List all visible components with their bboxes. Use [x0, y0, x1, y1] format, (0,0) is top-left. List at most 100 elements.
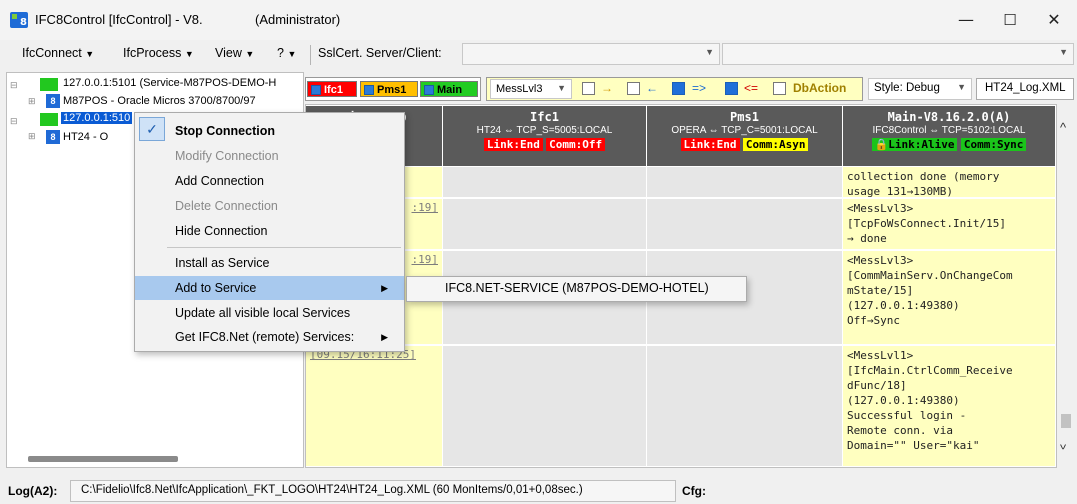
filter-tag-ifc1[interactable]: Ifc1 [307, 81, 357, 97]
scroll-down-icon[interactable]: ^ [1060, 437, 1066, 452]
menu-separator [310, 45, 311, 65]
style-select[interactable]: Style: Debug ▼ [868, 78, 972, 100]
add-to-service-submenu: IFC8.NET-SERVICE (M87POS-DEMO-HOTEL) [406, 276, 747, 302]
tree-node-connection-2[interactable]: 127.0.0.1:510 [61, 112, 133, 124]
app-icon: 8 [10, 12, 28, 28]
menu-view[interactable]: View ▼ [215, 46, 254, 60]
main-column-header[interactable]: Main-V8.16.2.0(A) IFC8Control ⇔ TCP=5102… [843, 106, 1055, 166]
ifc1-subtitle: HT24 ⇔ TCP_S=5005:LOCAL [476, 125, 613, 136]
timestamp-link[interactable]: :19] [412, 253, 439, 266]
ssl-server-combo[interactable]: ▼ [462, 43, 720, 65]
dropdown-arrow-icon: ▼ [245, 49, 255, 59]
outgoing-arrow-label: → [601, 81, 613, 95]
dbaction-label: DbAction [793, 81, 847, 95]
tree-expand-icon[interactable]: ⊞ [28, 131, 36, 142]
ifc8-node-icon: 8 [46, 94, 60, 108]
table-row-main-cell[interactable]: <MessLvl1> [IfcMain.CtrlComm_Receive dFu… [843, 346, 1055, 466]
table-row-pms1-cell [647, 167, 842, 197]
menu-help-label: ? [277, 46, 284, 60]
incoming-arrow-label: ← [646, 81, 658, 95]
log-path-field[interactable]: C:\Fidelio\Ifc8.Net\IfcApplication\_FKT_… [70, 480, 676, 502]
submenu-arrow-icon: ▶ [381, 283, 388, 293]
ifc1-link-status: Link:End [483, 138, 543, 151]
scrollbar-thumb[interactable] [1061, 414, 1071, 428]
minimize-button[interactable]: — [946, 6, 986, 34]
ifc1-comm-status: Comm:Off [546, 138, 606, 151]
send-arrow-label: => [692, 81, 707, 95]
scroll-up-icon[interactable]: ^ [1060, 120, 1066, 135]
menu-ifcprocess-label: IfcProcess [123, 46, 182, 60]
table-row-ifc1-cell [443, 167, 646, 197]
style-value: Style: Debug [874, 82, 940, 94]
cfg-label: Cfg: [682, 484, 706, 498]
timestamp-link[interactable]: :19] [412, 201, 439, 214]
ssl-client-combo[interactable]: ▼ [722, 43, 1074, 65]
window-admin-label: (Administrator) [255, 12, 341, 27]
tree-node-connection-1[interactable]: 127.0.0.1:5101 (Service-M87POS-DEMO-H [63, 77, 276, 89]
ifc8-node-icon: 8 [46, 130, 60, 144]
menu-update-local-services[interactable]: Update all visible local Services [135, 301, 404, 325]
menu-ifcprocess[interactable]: IfcProcess ▼ [123, 46, 194, 60]
menu-stop-connection[interactable]: Stop Connection [135, 119, 404, 143]
checkbox-outgoing[interactable] [582, 82, 595, 95]
menu-install-as-service[interactable]: Install as Service [135, 251, 404, 275]
menu-get-remote-services[interactable]: Get IFC8.Net (remote) Services: ▶ [135, 325, 404, 349]
table-row-main-cell[interactable]: <MessLvl3> [CommMainServ.OnChangeCom mSt… [843, 251, 1055, 344]
pms1-link-status: Link:End [680, 138, 740, 151]
menu-add-to-service-label: Add to Service [175, 281, 257, 295]
checkbox-icon [364, 85, 374, 95]
context-menu: ✓ Stop Connection Modify Connection Add … [134, 112, 405, 352]
window-title: IFC8Control [IfcControl] - V8. [35, 12, 203, 27]
table-row-main-cell[interactable]: collection done (memory usage 131→130MB) [843, 167, 1055, 197]
main-link-text: Link:Alive [888, 138, 955, 151]
menu-delete-connection[interactable]: Delete Connection [135, 194, 404, 218]
filter-tag-pms1[interactable]: Pms1 [360, 81, 418, 97]
filter-tag-ifc1-label: Ifc1 [324, 84, 343, 96]
checkbox-icon [311, 85, 321, 95]
filter-tag-main[interactable]: Main [420, 81, 478, 97]
ssl-cert-label: SslCert. Server/Client: [318, 46, 442, 60]
maximize-button[interactable]: ☐ [990, 6, 1030, 34]
chevron-down-icon: ▼ [957, 82, 966, 92]
filter-tag-pms1-label: Pms1 [377, 84, 407, 96]
message-level-select[interactable]: MessLvl3 ▼ [490, 79, 572, 99]
pms1-comm-status: Comm:Asyn [742, 138, 809, 151]
log-label: Log(A2): [8, 484, 58, 498]
menu-separator [167, 247, 401, 248]
chevron-down-icon: ▼ [705, 47, 714, 57]
close-button[interactable]: ✕ [1034, 6, 1074, 34]
submenu-arrow-icon: ▶ [381, 332, 388, 342]
menu-add-connection[interactable]: Add Connection [135, 169, 404, 193]
tree-collapse-icon[interactable]: ⊟ [10, 80, 18, 91]
tree-collapse-icon[interactable]: ⊟ [10, 116, 18, 127]
main-title: Main-V8.16.2.0(A) [887, 110, 1011, 124]
receive-arrow-label: <= [744, 81, 759, 95]
tree-node-m87pos[interactable]: M87POS - Oracle Micros 3700/8700/97 [63, 95, 256, 107]
pms1-subtitle: OPERA ⇔ TCP_C=5001:LOCAL [671, 125, 818, 136]
menu-view-label: View [215, 46, 242, 60]
menu-hide-connection[interactable]: Hide Connection [135, 219, 404, 243]
menu-add-to-service[interactable]: Add to Service ▶ [135, 276, 404, 300]
checkbox-dbaction[interactable] [773, 82, 786, 95]
menu-get-remote-services-label: Get IFC8.Net (remote) Services: [175, 330, 355, 344]
tree-scrollbar-thumb[interactable] [28, 456, 178, 462]
checkbox-incoming[interactable] [627, 82, 640, 95]
ifc1-column-header[interactable]: Ifc1 HT24 ⇔ TCP_S=5005:LOCAL Link:End Co… [443, 106, 646, 166]
pms1-title: Pms1 [730, 110, 759, 124]
menu-help[interactable]: ? ▼ [277, 46, 296, 60]
table-row-timestamp[interactable]: [09.15/16:11:25] [306, 346, 442, 466]
pms1-column-header[interactable]: Pms1 OPERA ⇔ TCP_C=5001:LOCAL Link:End C… [647, 106, 842, 166]
tree-node-ht24[interactable]: HT24 - O [63, 131, 108, 143]
menu-modify-connection[interactable]: Modify Connection [135, 144, 404, 168]
checkbox-send[interactable] [672, 82, 685, 95]
checkbox-receive[interactable] [725, 82, 738, 95]
table-row-main-cell[interactable]: <MessLvl3> [TcpFoWsConnect.Init/15] → do… [843, 199, 1055, 249]
tree-expand-icon[interactable]: ⊞ [28, 96, 36, 107]
submenu-service-item[interactable]: IFC8.NET-SERVICE (M87POS-DEMO-HOTEL) [445, 281, 709, 295]
log-file-field[interactable]: HT24_Log.XML [976, 78, 1074, 100]
lock-icon: 🔒 [874, 138, 889, 151]
table-row-pms1-cell [647, 346, 842, 466]
connection-status-icon [40, 113, 58, 126]
menu-ifcconnect[interactable]: IfcConnect ▼ [22, 46, 94, 60]
table-row-pms1-cell [647, 199, 842, 249]
